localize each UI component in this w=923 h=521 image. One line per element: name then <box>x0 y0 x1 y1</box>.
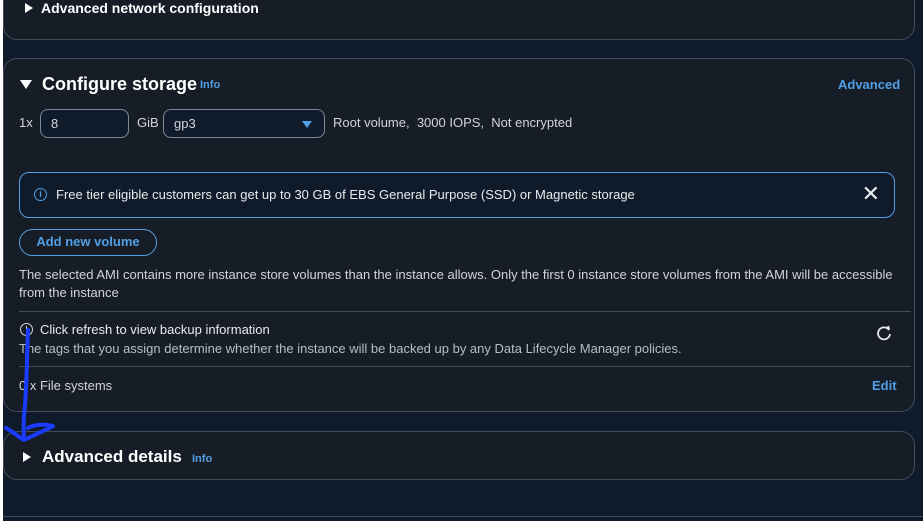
hand-drawn-arrow-annotation <box>4 328 55 442</box>
